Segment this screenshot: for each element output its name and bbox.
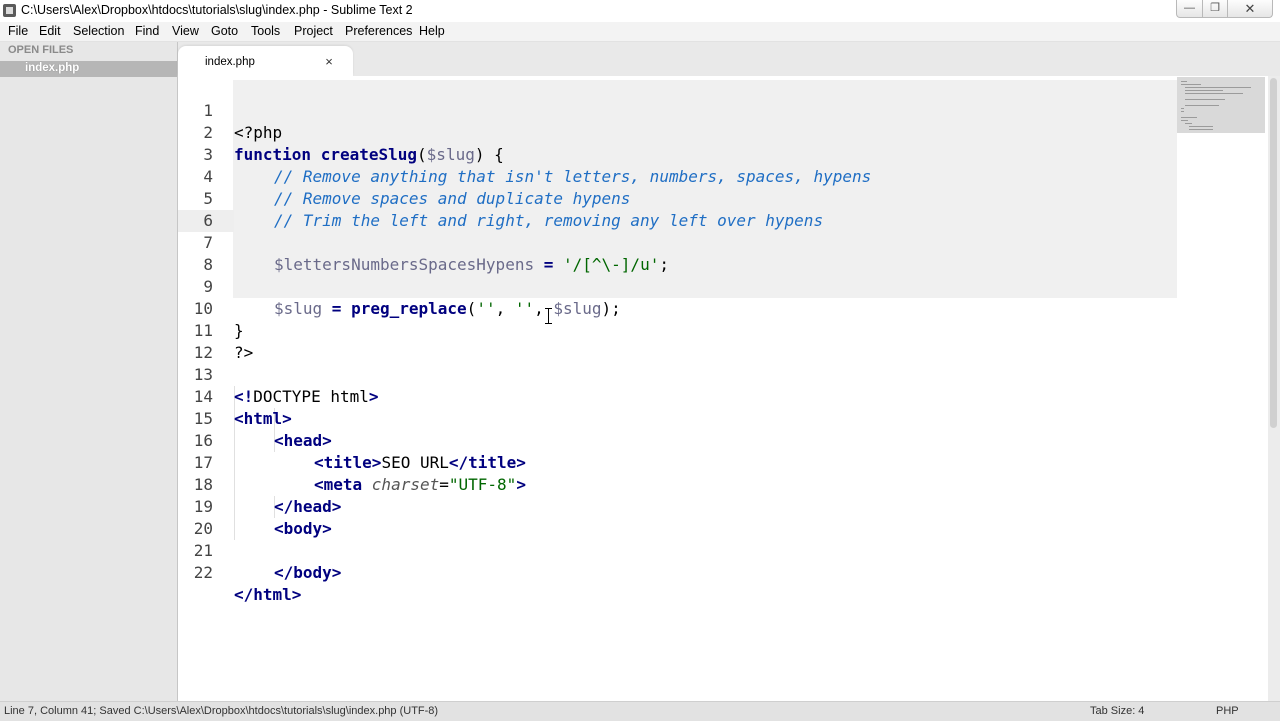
menu-file[interactable]: File — [8, 24, 28, 38]
maximize-button[interactable]: ❐ — [1202, 0, 1228, 18]
line-number: 22 — [193, 563, 213, 582]
menu-preferences[interactable]: Preferences — [345, 24, 412, 38]
minimize-button[interactable]: — — [1176, 0, 1203, 18]
code-line: 10 } — [178, 276, 1178, 340]
code-line: 14 <html> — [178, 364, 1178, 428]
menu-find[interactable]: Find — [135, 24, 159, 38]
tab-close-icon[interactable]: × — [323, 54, 335, 69]
vertical-scrollbar[interactable] — [1268, 76, 1280, 701]
menu-view[interactable]: View — [172, 24, 199, 38]
code-line: 11 ?> — [178, 298, 1178, 362]
html-tag: </body> — [274, 563, 342, 582]
code-line: 13 <!DOCTYPE html> — [178, 342, 1178, 406]
minimap-line — [1181, 81, 1187, 82]
minimap-line — [1181, 120, 1188, 121]
minimap[interactable] — [1177, 77, 1265, 133]
code-line: 20 — [178, 496, 1178, 538]
minimap-line — [1181, 111, 1184, 112]
code-line: 9 $slug = preg_replace('', '', $slug); — [178, 254, 1178, 318]
sidebar: OPEN FILES index.php — [0, 42, 178, 701]
tab-label: index.php — [205, 56, 255, 68]
scrollbar-thumb[interactable] — [1270, 78, 1277, 428]
text-cursor-icon — [544, 308, 554, 324]
minimap-line — [1181, 117, 1197, 118]
sidebar-file-label: index.php — [25, 62, 80, 74]
code-line: 3 // Remove anything that isn't letters,… — [178, 122, 1178, 186]
sidebar-file-item[interactable]: index.php — [0, 61, 177, 77]
minimap-line — [1181, 84, 1201, 85]
tab-index-php[interactable]: index.php × — [178, 46, 353, 76]
minimap-line — [1181, 108, 1184, 109]
minimap-line — [1185, 93, 1243, 94]
menu-project[interactable]: Project — [294, 24, 333, 38]
code-line-current: 7 $lettersNumbersSpacesHypens = '/[^\-]/… — [178, 210, 1178, 274]
code-line: 1 <?php — [178, 78, 1178, 142]
menu-tools[interactable]: Tools — [251, 24, 280, 38]
code-line: 2 function createSlug($slug) { — [178, 100, 1178, 164]
code-line: 17 <meta charset="UTF-8"> — [178, 430, 1178, 494]
open-files-header: OPEN FILES — [8, 44, 74, 56]
menu-bar: File Edit Selection Find View Goto Tools… — [0, 22, 1280, 42]
code-line: 4 // Remove spaces and duplicate hypens — [178, 144, 1178, 208]
minimap-line — [1185, 90, 1223, 91]
code-line: 21 </body> — [178, 518, 1178, 582]
code-line: 5 // Trim the left and right, removing a… — [178, 166, 1178, 230]
minimap-line — [1185, 105, 1219, 106]
tab-size-indicator[interactable]: Tab Size: 4 — [1090, 705, 1144, 717]
code-line: 19 <body> — [178, 474, 1178, 538]
title-bar: C:\Users\Alex\Dropbox\htdocs\tutorials\s… — [0, 0, 1280, 22]
tab-bar: index.php × — [178, 42, 1280, 76]
status-message: Line 7, Column 41; Saved C:\Users\Alex\D… — [4, 705, 439, 717]
window-title: C:\Users\Alex\Dropbox\htdocs\tutorials\s… — [21, 3, 413, 17]
menu-help[interactable]: Help — [419, 24, 445, 38]
minimap-line — [1189, 129, 1213, 130]
status-bar: Line 7, Column 41; Saved C:\Users\Alex\D… — [0, 701, 1280, 721]
code-line: 22 </html> — [178, 540, 1178, 604]
menu-goto[interactable]: Goto — [211, 24, 238, 38]
menu-selection[interactable]: Selection — [73, 24, 124, 38]
syntax-indicator[interactable]: PHP — [1216, 705, 1239, 717]
code-line: 6 — [178, 188, 1178, 230]
code-line: 18 </head> — [178, 452, 1178, 516]
minimap-line — [1185, 87, 1251, 88]
sublime-app-icon — [3, 4, 16, 17]
code-line: 15 <head> — [178, 386, 1178, 450]
html-tag: </html> — [234, 585, 302, 604]
code-line: 16 <title>SEO URL</title> — [178, 408, 1178, 472]
code-line: 8 — [178, 232, 1178, 274]
code-line: 12 — [178, 320, 1178, 362]
close-window-button[interactable]: ✕ — [1227, 0, 1273, 18]
code-editor[interactable]: 1 <?php 2 function createSlug($slug) { 3… — [178, 76, 1268, 701]
menu-edit[interactable]: Edit — [39, 24, 61, 38]
minimap-line — [1185, 123, 1192, 124]
minimap-line — [1185, 99, 1225, 100]
minimap-line — [1189, 126, 1213, 127]
